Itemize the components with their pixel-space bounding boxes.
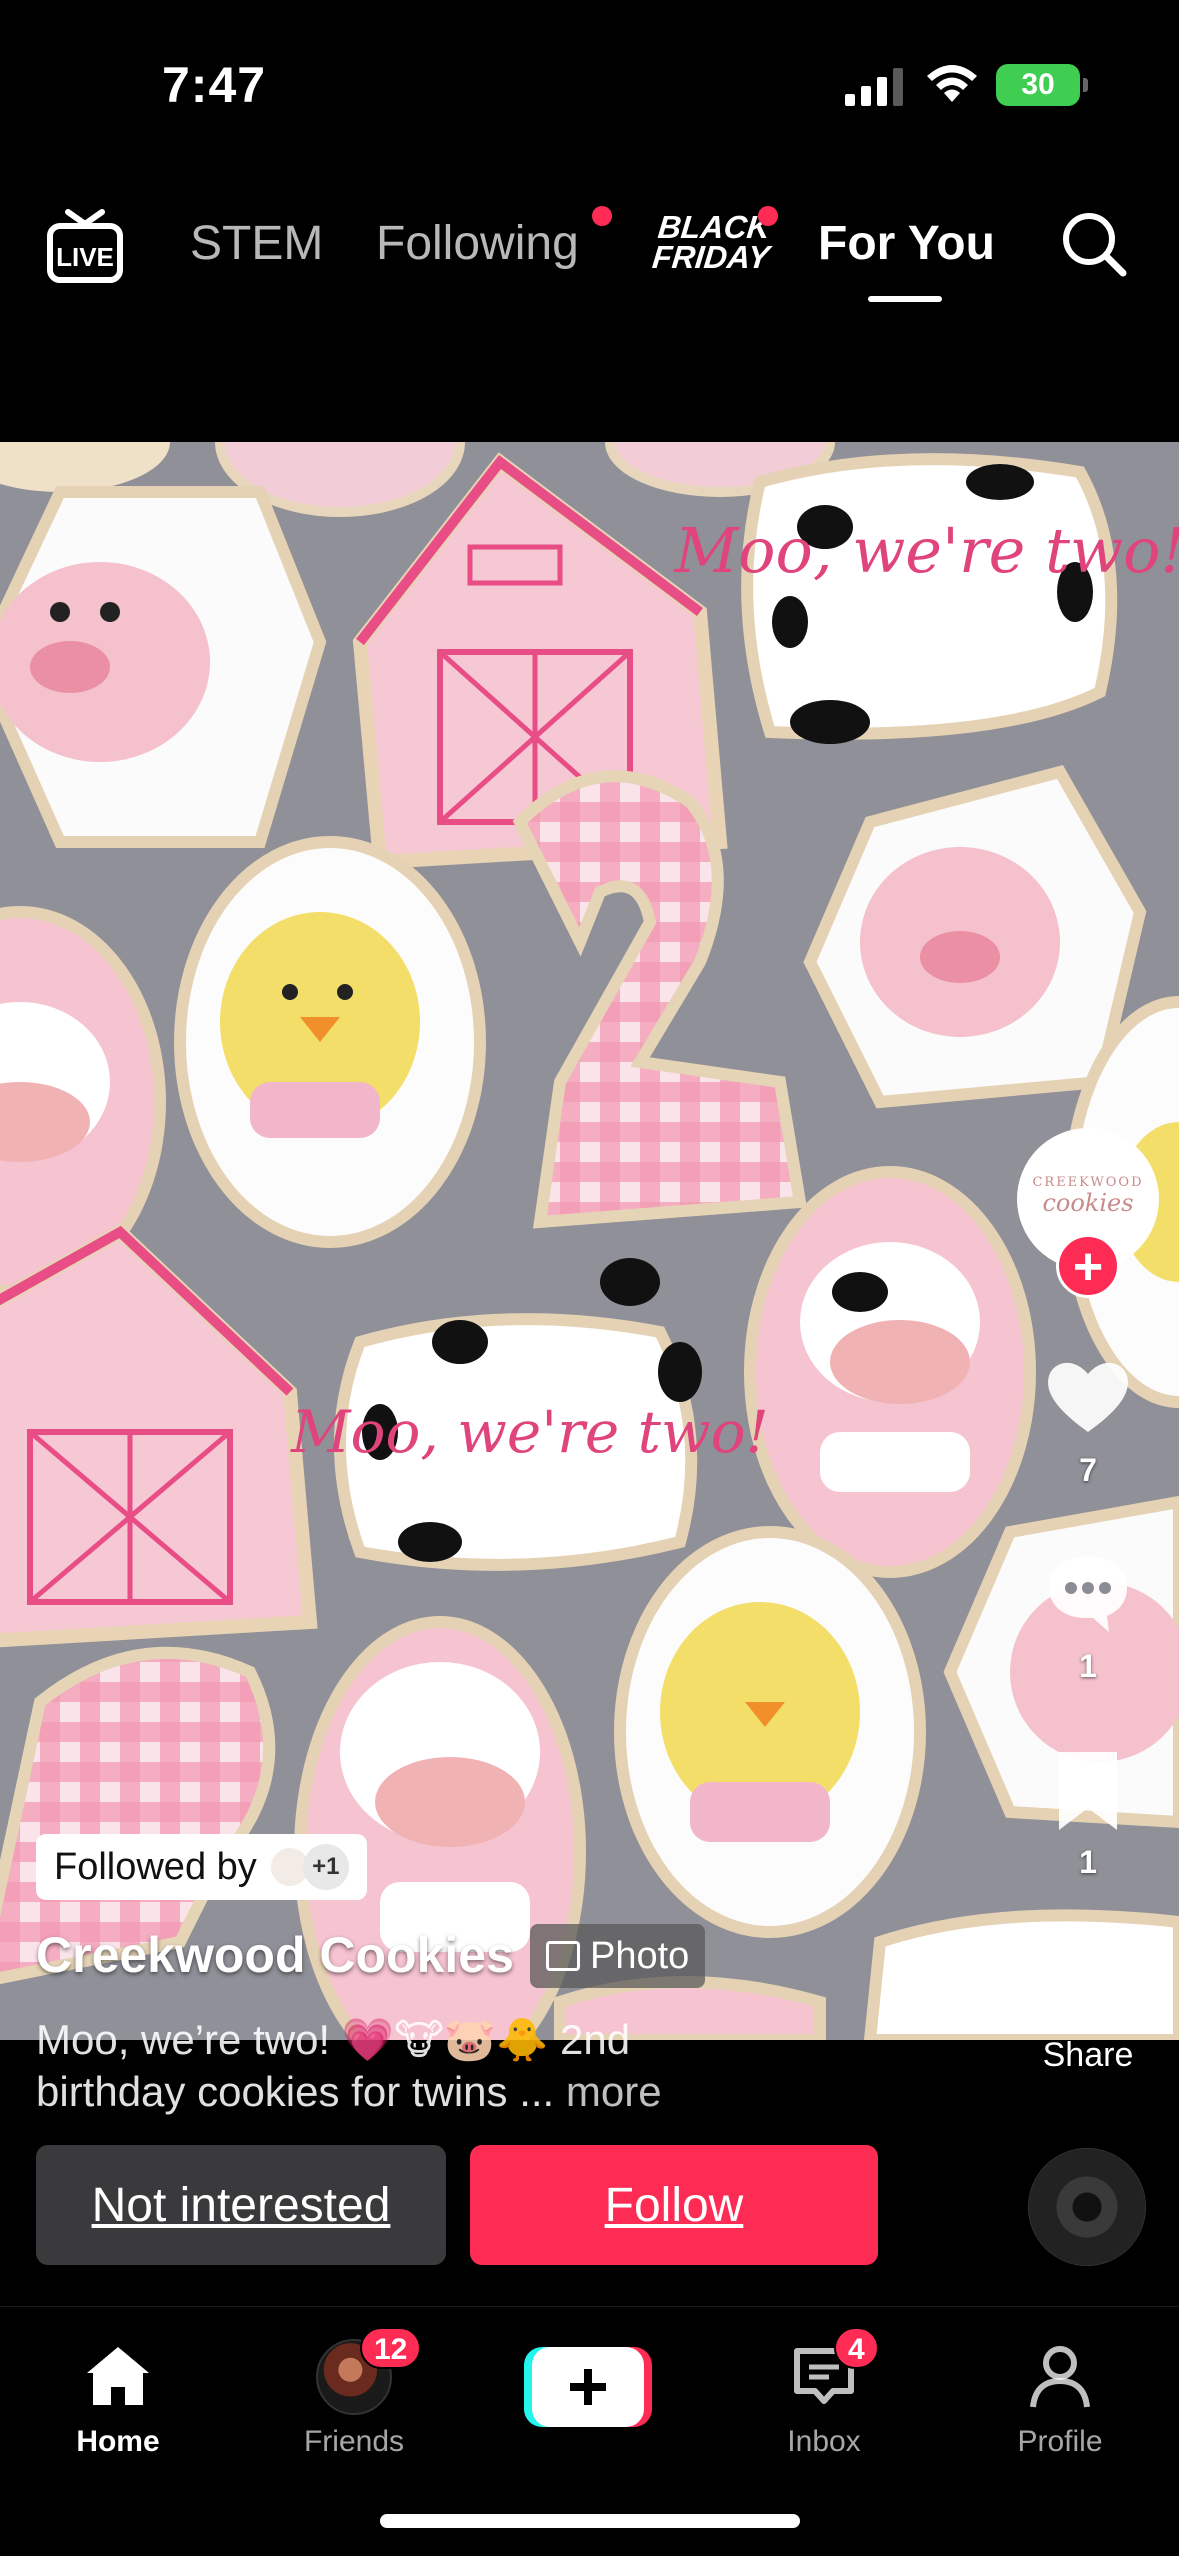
caption-more-link[interactable]: more [566, 2068, 662, 2115]
battery-level: 30 [1021, 68, 1055, 101]
followed-by-chip[interactable]: Followed by +1 [36, 1834, 367, 1900]
nav-friends-label: Friends [303, 2425, 405, 2458]
search-icon[interactable] [1060, 210, 1128, 278]
avatar-logo-script: cookies [1042, 1189, 1134, 1217]
followed-by-label: Followed by [54, 1845, 257, 1888]
following-notification-dot [592, 206, 612, 226]
status-bar: 7:47 30 [0, 0, 1179, 170]
tab-stem[interactable]: STEM [190, 216, 323, 271]
photo-badge: Photo [530, 1924, 706, 1988]
caption-line-1: Moo, we’re two! 💗🐮🐷🐥 2nd [36, 2016, 631, 2063]
create-plus-icon [524, 2347, 652, 2427]
media-type-label: Photo [590, 1934, 690, 1977]
live-label: LIVE [56, 242, 114, 272]
follow-button[interactable]: Follow [470, 2145, 878, 2265]
friends-badge: 12 [360, 2327, 422, 2369]
tab-for-you[interactable]: For You [818, 216, 995, 271]
nav-profile-label: Profile [1017, 2425, 1103, 2458]
active-tab-indicator [868, 296, 942, 302]
music-disc-icon[interactable] [1028, 2148, 1146, 2266]
nav-home-label: Home [76, 2425, 160, 2458]
cookies-image: Moo, we're two! Moo, we're two! [0, 442, 1179, 2040]
post-photo[interactable]: Moo, we're two! Moo, we're two! [0, 442, 1179, 2040]
not-interested-button[interactable]: Not interested [36, 2145, 446, 2265]
nav-inbox[interactable]: 4 Inbox [744, 2327, 904, 2459]
battery-indicator: 30 [996, 64, 1088, 106]
status-time: 7:47 [162, 57, 267, 113]
live-icon[interactable]: LIVE [46, 208, 124, 284]
account-name[interactable]: Creekwood Cookies [36, 1926, 514, 1984]
like-heart-icon[interactable] [1043, 1352, 1133, 1442]
home-icon [87, 2347, 149, 2405]
comment-count: 1 [1079, 1648, 1097, 1684]
photo-icon [546, 1941, 580, 1971]
comment-icon[interactable] [1043, 1548, 1133, 1638]
nav-home[interactable]: Home [38, 2329, 198, 2459]
top-nav: LIVE STEM Following BLACK FRIDAY For You [0, 190, 1179, 302]
bookmark-icon[interactable] [1043, 1746, 1133, 1836]
save-count: 1 [1079, 1844, 1097, 1880]
avatar-logo-top: CREEKWOOD [1032, 1175, 1144, 1190]
nav-friends[interactable]: 12 Friends [274, 2327, 434, 2459]
nav-inbox-label: Inbox [787, 2425, 861, 2458]
black-friday-notification-dot [758, 206, 778, 226]
profile-icon [1030, 2346, 1090, 2408]
cellular-signal-icon [845, 68, 903, 106]
cookie-text-1: Moo, we're two! [674, 514, 1179, 587]
share-arrow-icon[interactable] [1043, 1938, 1133, 2028]
like-count: 7 [1079, 1452, 1097, 1488]
post-caption[interactable]: Moo, we’re two! 💗🐮🐷🐥 2nd birthday cookie… [36, 2014, 776, 2118]
followed-by-avatars: +1 [268, 1844, 349, 1890]
inbox-badge: 4 [834, 2327, 879, 2369]
share-label: Share [1042, 2036, 1134, 2074]
wifi-icon [927, 65, 977, 102]
followed-by-extra-count: +1 [302, 1844, 349, 1890]
home-indicator [380, 2514, 800, 2528]
tab-following[interactable]: Following [376, 216, 579, 271]
follow-plus-button[interactable]: + [1056, 1234, 1120, 1298]
cookie-text-2: Moo, we're two! [290, 1398, 769, 1466]
nav-profile[interactable]: Profile [980, 2329, 1140, 2459]
caption-line-2: birthday cookies for twins ... [36, 2068, 555, 2115]
nav-create[interactable] [520, 2329, 680, 2459]
